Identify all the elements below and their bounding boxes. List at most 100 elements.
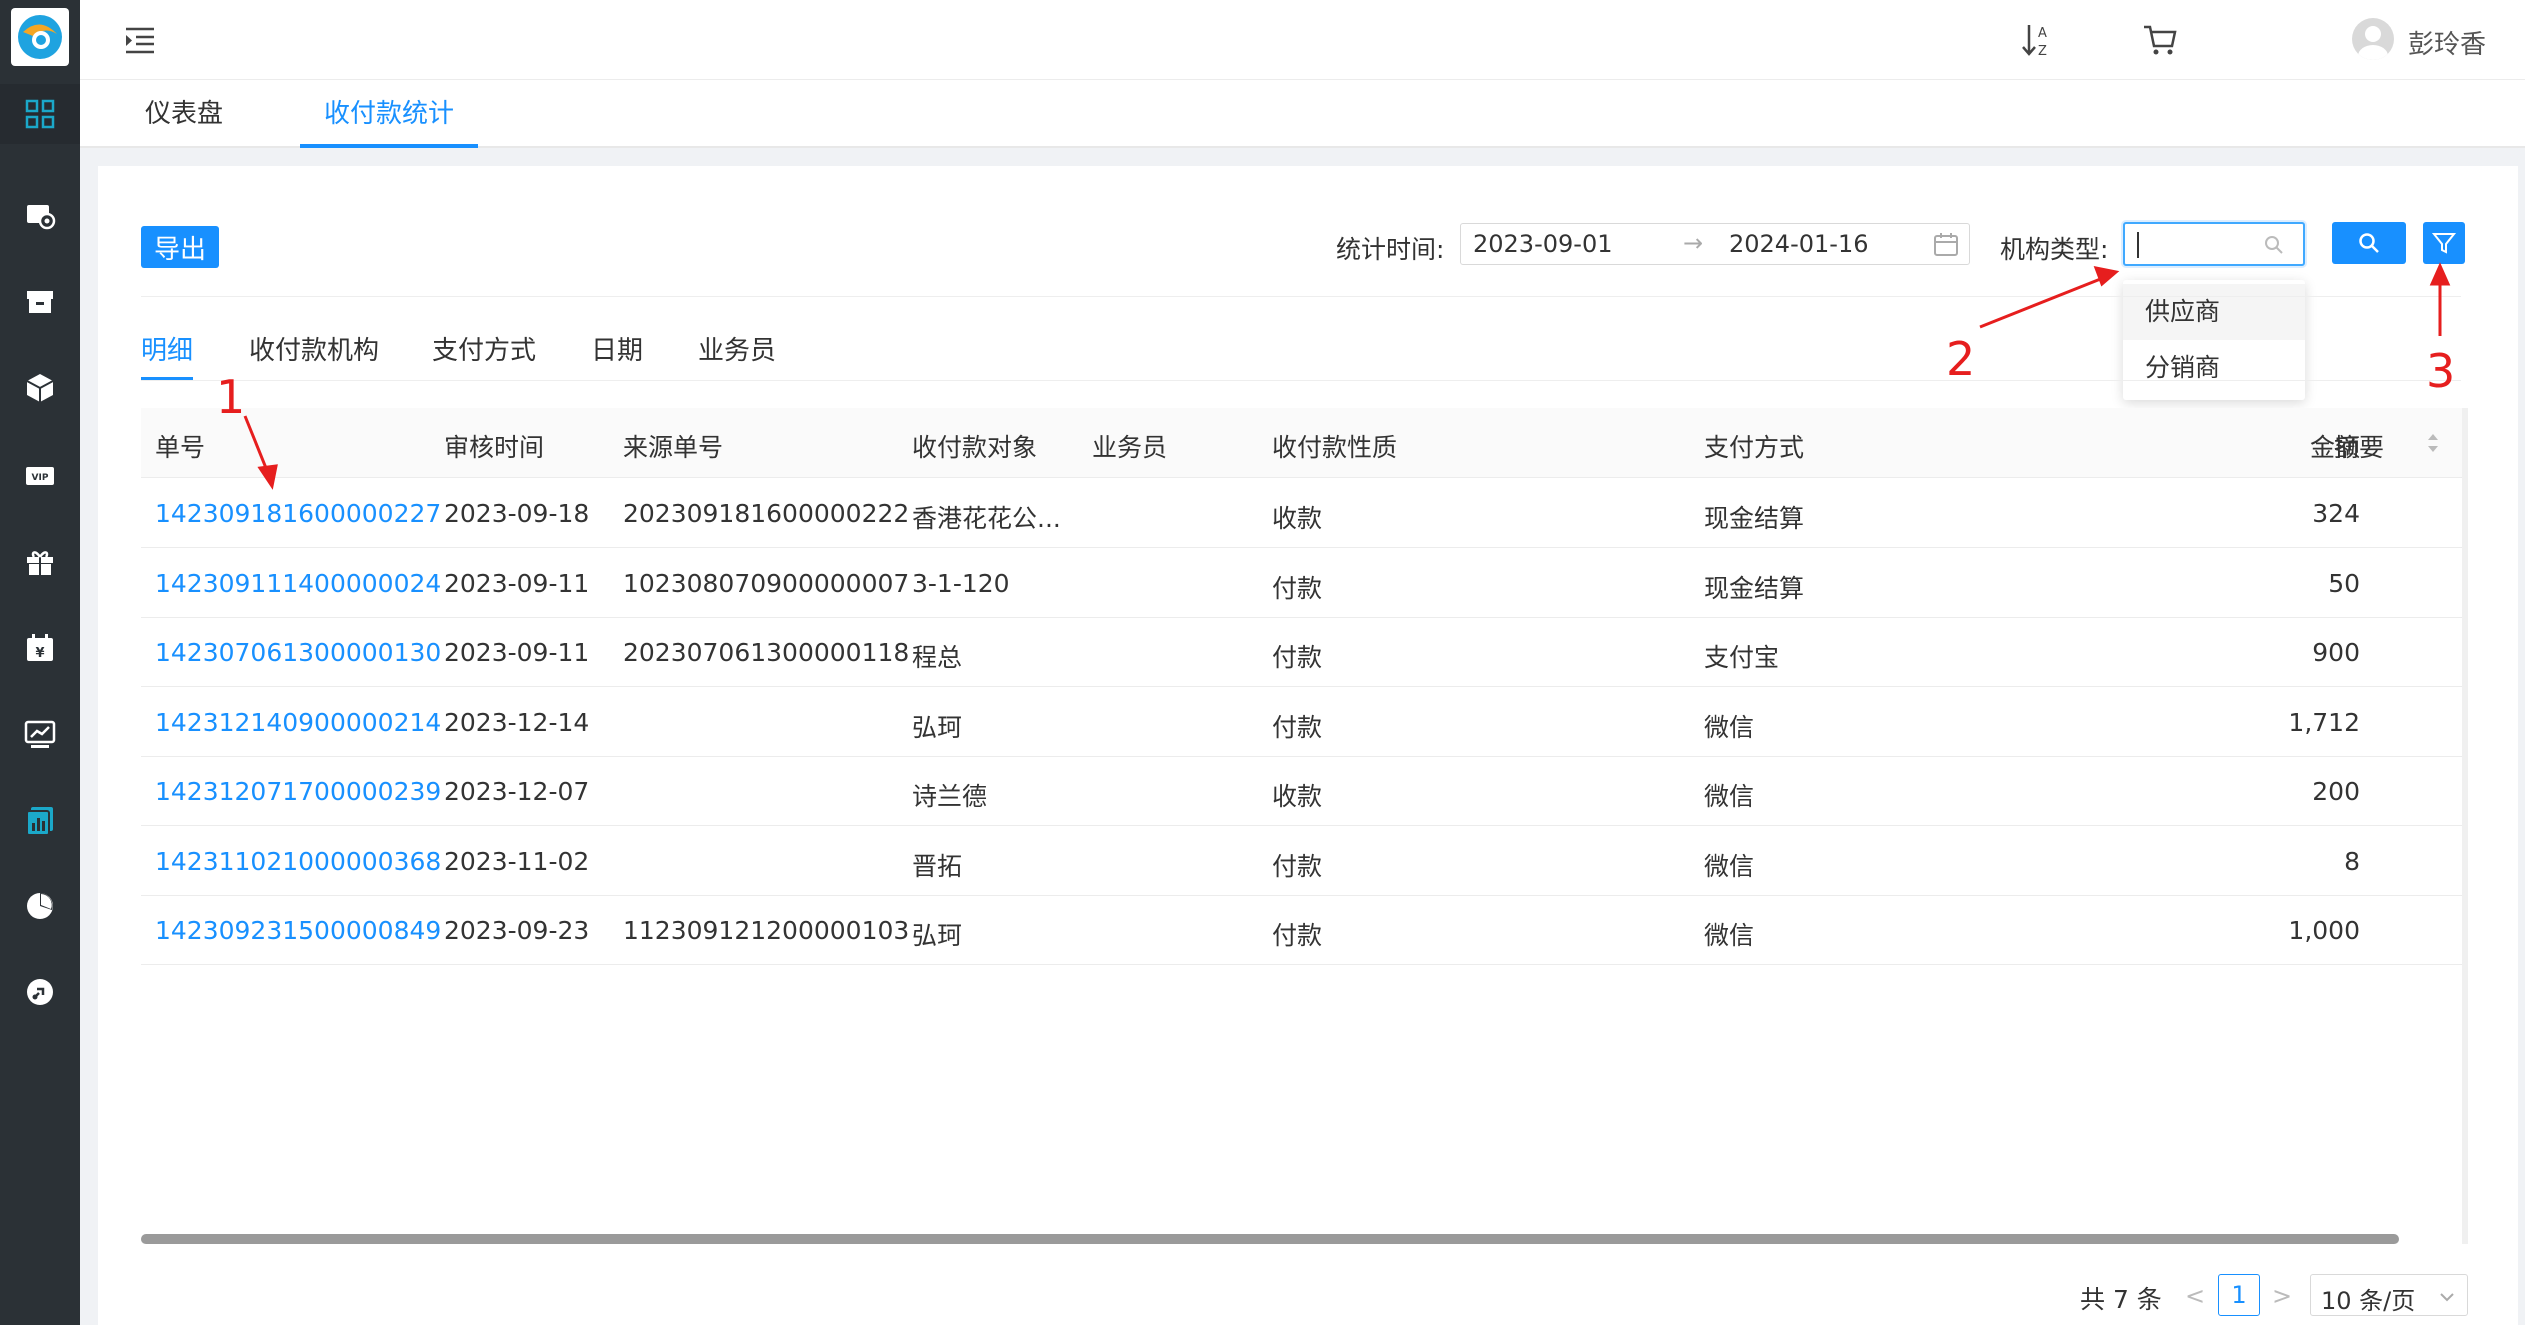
- date-range-picker[interactable]: 2023-09-01 → 2024-01-16: [1460, 223, 1970, 265]
- cell-pay-method: 现金结算: [1704, 504, 1805, 533]
- filter-funnel-icon: [2431, 233, 2457, 254]
- cell-pay-method: 微信: [1704, 712, 1755, 742]
- table-row[interactable]: 142309181600000227 2023-09-18 202309181600…: [141, 479, 2465, 548]
- tab-payment-statistics[interactable]: 收付款统计: [300, 80, 478, 148]
- table-header: 单号 审核时间 来源单号 收付款对象 业务员 收付款性质 支付方式 金额 摘要: [141, 408, 2465, 478]
- subtab-divider: [141, 380, 2461, 381]
- calendar-icon[interactable]: [1933, 232, 1959, 258]
- cell-nature: 收款: [1272, 504, 1323, 533]
- dashboard-grid-icon[interactable]: [0, 84, 80, 144]
- cell-no[interactable]: 142307061300000130: [155, 638, 441, 667]
- date-arrow: →: [1683, 229, 1704, 257]
- cell-nature: 付款: [1272, 643, 1323, 672]
- finance-calendar-icon[interactable]: ¥: [0, 618, 80, 678]
- sort-az-icon[interactable]: A Z: [2020, 20, 2056, 60]
- chevron-down-icon: [2440, 1293, 2454, 1302]
- subtab-date[interactable]: 日期: [591, 330, 643, 380]
- pagination-total: 共 7 条: [2080, 1285, 2162, 1314]
- col-pay-method: 支付方式: [1704, 433, 1805, 462]
- cell-nature: 付款: [1272, 851, 1323, 881]
- col-audit-time: 审核时间: [444, 433, 545, 462]
- horizontal-scrollbar-thumb[interactable]: [141, 1234, 2399, 1244]
- archive-box-icon[interactable]: [0, 272, 80, 332]
- username[interactable]: 彭玲香: [2408, 24, 2486, 61]
- dropdown-option-distributor[interactable]: 分销商: [2123, 340, 2305, 396]
- settings-monitor-icon[interactable]: [0, 186, 80, 246]
- trend-chart-icon[interactable]: [0, 704, 80, 764]
- subtab-pay-method[interactable]: 支付方式: [432, 330, 536, 380]
- table-row[interactable]: 142307061300000130 2023-09-11 202307061300…: [141, 618, 2465, 687]
- page-size-select[interactable]: 10 条/页: [2310, 1274, 2468, 1316]
- cell-target: 弘珂: [912, 712, 963, 742]
- tab-dashboard[interactable]: 仪表盘: [120, 80, 248, 148]
- cell-amount: 8: [2344, 846, 2360, 876]
- svg-text:VIP: VIP: [32, 473, 49, 483]
- search-button[interactable]: [2332, 222, 2406, 264]
- table-row[interactable]: 142312140900000214 2023-12-14 弘珂 付款 微信 1,712: [141, 688, 2465, 757]
- subtab-detail[interactable]: 明细: [141, 330, 194, 380]
- table-row[interactable]: 142309111400000024 2023-09-11 102308070900…: [141, 549, 2465, 618]
- page-size-value: 10 条/页: [2321, 1287, 2416, 1315]
- cell-amount: 324: [2312, 499, 2360, 528]
- org-type-label: 机构类型:: [2000, 235, 2109, 264]
- table-row[interactable]: 142312071700000239 2023-12-07 诗兰德 收款 微信 200: [141, 757, 2465, 826]
- cell-nature: 付款: [1272, 921, 1323, 950]
- cell-nature: 付款: [1272, 573, 1323, 603]
- cell-no[interactable]: 142312071700000239: [155, 777, 441, 806]
- menu-toggle-icon[interactable]: [122, 22, 158, 58]
- pagination-prev[interactable]: <: [2185, 1282, 2205, 1310]
- org-type-dropdown: 供应商 分销商: [2123, 280, 2305, 400]
- avatar[interactable]: [2352, 18, 2394, 60]
- cell-nature: 收款: [1272, 782, 1323, 811]
- cell-amount: 50: [2328, 568, 2360, 598]
- cell-no[interactable]: 142309111400000024: [155, 569, 441, 598]
- cell-audit-time: 2023-12-14: [444, 707, 590, 737]
- cube-icon[interactable]: [0, 358, 80, 418]
- vip-card-icon[interactable]: VIP: [0, 446, 80, 506]
- report-stats-icon[interactable]: [0, 790, 80, 850]
- table-vertical-edge: [2462, 408, 2468, 1244]
- col-no: 单号: [155, 433, 206, 462]
- cart-icon[interactable]: [2140, 20, 2180, 60]
- app-logo-icon[interactable]: [11, 8, 69, 66]
- dropdown-option-supplier[interactable]: 供应商: [2123, 284, 2305, 340]
- link-circle-icon[interactable]: [0, 962, 80, 1022]
- sidebar: VIP ¥: [0, 0, 80, 1325]
- cell-no[interactable]: 142311021000000368: [155, 847, 441, 876]
- date-start[interactable]: 2023-09-01: [1473, 230, 1612, 258]
- col-salesman: 业务员: [1092, 433, 1168, 462]
- gift-icon[interactable]: [0, 532, 80, 592]
- annotation-label-3: 3: [2426, 344, 2456, 398]
- pagination-next[interactable]: >: [2272, 1282, 2292, 1310]
- cell-source-no: 102308070900000007: [623, 568, 910, 598]
- org-type-select[interactable]: [2123, 222, 2305, 266]
- cell-no[interactable]: 142309231500000849: [155, 916, 441, 945]
- cell-amount: 900: [2312, 638, 2360, 667]
- cell-pay-method: 微信: [1704, 921, 1755, 950]
- subtab-org[interactable]: 收付款机构: [249, 330, 379, 380]
- pie-chart-icon[interactable]: [0, 876, 80, 936]
- col-summary: 摘要: [2334, 433, 2385, 462]
- svg-text:¥: ¥: [35, 646, 44, 661]
- cell-source-no: 112309121200000103: [623, 916, 910, 945]
- sort-caret-icon[interactable]: [2426, 430, 2440, 456]
- date-end[interactable]: 2024-01-16: [1729, 230, 1868, 258]
- pagination-page-1[interactable]: 1: [2218, 1274, 2260, 1316]
- cell-no[interactable]: 142312140900000214: [155, 708, 441, 737]
- cell-amount: 1,000: [2288, 916, 2360, 945]
- table-row[interactable]: 142311021000000368 2023-11-02 晋拓 付款 微信 8: [141, 827, 2465, 896]
- col-nature: 收付款性质: [1272, 433, 1398, 462]
- cell-no[interactable]: 142309181600000227: [155, 499, 441, 528]
- filter-button[interactable]: [2423, 222, 2465, 264]
- subtab-salesman[interactable]: 业务员: [698, 330, 776, 380]
- top-header: A Z 彭玲香: [80, 0, 2525, 80]
- cell-audit-time: 2023-09-18: [444, 499, 590, 528]
- export-button[interactable]: 导出: [141, 226, 219, 268]
- cell-audit-time: 2023-09-11: [444, 638, 590, 667]
- page-tabs: 仪表盘 收付款统计: [80, 80, 2525, 148]
- search-icon: [2265, 236, 2283, 254]
- cell-pay-method: 微信: [1704, 782, 1755, 811]
- cell-target: 程总: [912, 643, 963, 672]
- table-row[interactable]: 142309231500000849 2023-09-23 112309121200…: [141, 896, 2465, 965]
- cell-audit-time: 2023-12-07: [444, 777, 590, 806]
